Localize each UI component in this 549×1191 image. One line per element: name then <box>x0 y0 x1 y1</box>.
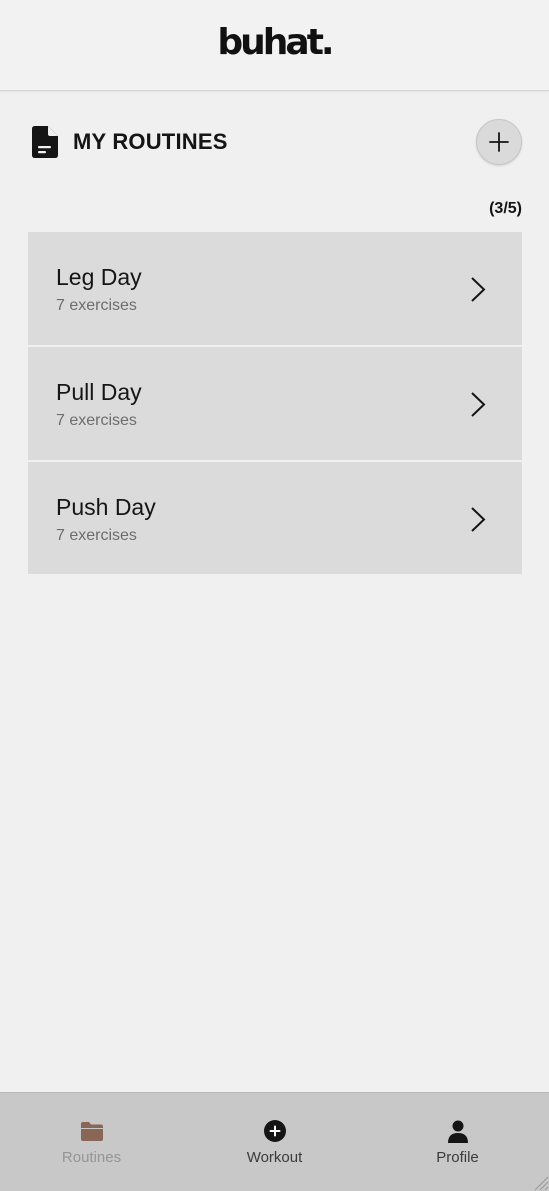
routine-exercise-count: 7 exercises <box>56 412 137 429</box>
nav-label-routines: Routines <box>61 1149 122 1166</box>
resize-grip-icon[interactable] <box>531 1173 549 1191</box>
routine-exercise-count: 7 exercises <box>56 297 137 314</box>
person-icon <box>447 1120 468 1143</box>
nav-item-profile[interactable]: Profile <box>366 1093 549 1191</box>
chevron-right-icon <box>471 277 486 302</box>
page-title: MY ROUTINES <box>73 129 228 154</box>
nav-item-workout[interactable]: Workout <box>183 1093 366 1191</box>
app-header: buhat. <box>0 0 549 91</box>
routine-name: Push Day <box>56 494 156 520</box>
routine-name: Pull Day <box>56 379 142 405</box>
routine-count: (3/5) <box>489 200 522 217</box>
routine-item-pull-day[interactable]: Pull Day 7 exercises <box>28 347 522 460</box>
routine-item-push-day[interactable]: Push Day 7 exercises <box>28 462 522 574</box>
folder-icon <box>80 1122 103 1141</box>
bottom-nav: Routines Workout Profile <box>0 1092 549 1191</box>
plus-circle-icon <box>263 1120 286 1142</box>
routines-section-header: MY ROUTINES <box>28 118 522 166</box>
add-routine-button[interactable] <box>476 119 522 165</box>
nav-item-routines[interactable]: Routines <box>0 1093 183 1191</box>
plus-icon <box>489 132 509 152</box>
app-logo: buhat. <box>217 21 334 63</box>
nav-label-workout: Workout <box>246 1149 303 1166</box>
routine-exercise-count: 7 exercises <box>56 527 137 544</box>
routine-name: Leg Day <box>56 264 142 290</box>
chevron-right-icon <box>471 392 486 417</box>
document-icon <box>32 126 58 158</box>
nav-label-profile: Profile <box>436 1149 479 1166</box>
routine-list: Leg Day 7 exercises Pull Day 7 exercises… <box>28 232 522 574</box>
routine-item-leg-day[interactable]: Leg Day 7 exercises <box>28 232 522 345</box>
chevron-right-icon <box>471 507 486 532</box>
